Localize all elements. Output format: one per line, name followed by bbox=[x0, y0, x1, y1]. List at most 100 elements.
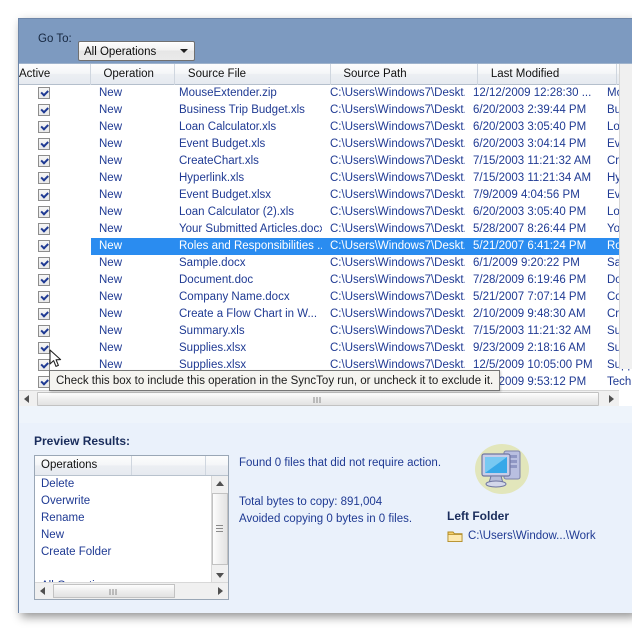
source-path-cell: C:\Users\Windows7\Deskt... bbox=[330, 223, 465, 235]
active-checkbox-cell[interactable] bbox=[19, 102, 91, 119]
list-item[interactable]: Create Folder bbox=[35, 544, 211, 561]
checkbox-checked-icon[interactable] bbox=[38, 206, 50, 218]
goto-dropdown[interactable]: All Operations bbox=[78, 41, 195, 61]
checkbox-checked-icon[interactable] bbox=[38, 172, 50, 184]
operations-vscroll-thumb[interactable] bbox=[212, 493, 228, 565]
operation-cell: New bbox=[99, 121, 123, 133]
scroll-right-button[interactable] bbox=[603, 391, 619, 406]
source-path-cell: C:\Users\Windows7\Deskt... bbox=[330, 189, 465, 201]
table-row[interactable]: New MouseExtender.zip C:\Users\Windows7\De… bbox=[19, 85, 632, 102]
checkbox-checked-icon[interactable] bbox=[38, 240, 50, 252]
table-row[interactable]: New Loan Calculator.xls C:\Users\Windows7\… bbox=[19, 119, 632, 136]
checkbox-checked-icon[interactable] bbox=[38, 104, 50, 116]
last-modified-cell: 6/20/2003 3:05:40 PM bbox=[473, 121, 587, 133]
operations-hscroll-thumb[interactable] bbox=[53, 584, 175, 598]
active-checkbox-cell[interactable] bbox=[19, 204, 91, 221]
left-folder-title: Left Folder bbox=[447, 509, 509, 523]
table-row[interactable]: New CreateChart.xls C:\Users\Windows7\Desk… bbox=[19, 153, 632, 170]
source-path-cell: C:\Users\Windows7\Deskt... bbox=[330, 155, 465, 167]
operations-scroll-left-button[interactable] bbox=[35, 583, 51, 599]
table-row[interactable]: New Roles and Responsibilities ... C:\User… bbox=[19, 238, 632, 255]
column-header-operation[interactable]: Operation bbox=[95, 64, 176, 85]
table-row[interactable]: New Supplies.xlsx C:\Users\Windows7\Deskt.… bbox=[19, 340, 632, 357]
column-header-active[interactable]: Active bbox=[19, 64, 91, 85]
grid-horizontal-scrollbar[interactable] bbox=[19, 390, 619, 406]
operations-column-header-2[interactable] bbox=[136, 456, 207, 475]
list-item[interactable]: New bbox=[35, 527, 211, 544]
active-checkbox-cell[interactable] bbox=[19, 221, 91, 238]
checkbox-checked-icon[interactable] bbox=[38, 325, 50, 337]
scroll-left-button[interactable] bbox=[19, 391, 35, 406]
last-modified-cell: 6/1/2009 9:20:22 PM bbox=[473, 257, 580, 269]
source-file-cell: Sample.docx bbox=[179, 257, 246, 269]
source-path-cell: C:\Users\Windows7\Deskt... bbox=[330, 308, 465, 320]
table-row[interactable]: New Your Submitted Articles.docx C:\Users\… bbox=[19, 221, 632, 238]
source-path-cell: C:\Users\Windows7\Deskt... bbox=[330, 342, 465, 354]
grid-header-row: Active Operation Source File Source Path… bbox=[19, 64, 632, 85]
operations-scroll-down-button[interactable] bbox=[212, 568, 228, 583]
active-checkbox-cell[interactable] bbox=[19, 272, 91, 289]
checkbox-checked-icon[interactable] bbox=[38, 342, 50, 354]
table-row[interactable]: New Summary.xls C:\Users\Windows7\Deskt...… bbox=[19, 323, 632, 340]
table-row[interactable]: New Sample.docx C:\Users\Windows7\Deskt...… bbox=[19, 255, 632, 272]
source-file-cell: Business Trip Budget.xls bbox=[179, 104, 305, 116]
operations-scroll-right-button[interactable] bbox=[212, 583, 228, 599]
last-modified-cell: 6/20/2003 2:39:44 PM bbox=[473, 104, 587, 116]
active-checkbox-cell[interactable] bbox=[19, 306, 91, 323]
table-row[interactable]: New Document.doc C:\Users\Windows7\Deskt..… bbox=[19, 272, 632, 289]
checkbox-checked-icon[interactable] bbox=[38, 223, 50, 235]
source-path-cell: C:\Users\Windows7\Deskt... bbox=[330, 104, 465, 116]
active-checkbox-cell[interactable] bbox=[19, 153, 91, 170]
active-checkbox-cell[interactable] bbox=[19, 323, 91, 340]
operations-horizontal-scrollbar[interactable] bbox=[35, 582, 228, 599]
active-checkbox-cell[interactable] bbox=[19, 85, 91, 102]
source-file-cell: Event Budget.xlsx bbox=[179, 189, 272, 201]
table-row[interactable]: New Event Budget.xlsx C:\Users\Windows7\De… bbox=[19, 187, 632, 204]
table-row[interactable]: New Create a Flow Chart in W... C:\Users\W… bbox=[19, 306, 632, 323]
checkbox-checked-icon[interactable] bbox=[38, 308, 50, 320]
active-checkbox-cell[interactable] bbox=[19, 340, 91, 357]
checkbox-checked-icon[interactable] bbox=[38, 121, 50, 133]
table-row[interactable]: New Business Trip Budget.xls C:\Users\Wind… bbox=[19, 102, 632, 119]
checkbox-checked-icon[interactable] bbox=[38, 257, 50, 269]
preview-stats: Found 0 files that did not require actio… bbox=[239, 455, 441, 528]
active-checkbox-cell[interactable] bbox=[19, 119, 91, 136]
operation-cell: New bbox=[99, 223, 123, 235]
table-row[interactable]: New Loan Calculator (2).xls C:\Users\Windo… bbox=[19, 204, 632, 221]
checkbox-checked-icon[interactable] bbox=[38, 291, 50, 303]
table-row[interactable]: New Hyperlink.xls C:\Users\Windows7\Deskt.… bbox=[19, 170, 632, 187]
active-checkbox-cell[interactable] bbox=[19, 187, 91, 204]
operation-cell: New bbox=[99, 308, 123, 320]
column-header-source-path[interactable]: Source Path bbox=[335, 64, 479, 85]
grid-vertical-scrollbar[interactable] bbox=[619, 64, 632, 369]
operations-vertical-scrollbar[interactable] bbox=[211, 476, 228, 583]
list-item[interactable]: Delete bbox=[35, 476, 211, 493]
hscroll-thumb[interactable] bbox=[37, 392, 599, 406]
checkbox-checked-icon[interactable] bbox=[38, 87, 50, 99]
source-path-cell: C:\Users\Windows7\Deskt... bbox=[322, 238, 465, 255]
checkbox-checked-icon[interactable] bbox=[38, 274, 50, 286]
operations-column-header[interactable]: Operations bbox=[35, 456, 132, 475]
active-checkbox-cell[interactable] bbox=[19, 255, 91, 272]
table-row[interactable]: New Company Name.docx C:\Users\Windows7\De… bbox=[19, 289, 632, 306]
left-folder-path-row[interactable]: C:\Users\Window...\Work bbox=[447, 529, 632, 543]
active-checkbox-cell[interactable] bbox=[19, 289, 91, 306]
checkbox-checked-icon[interactable] bbox=[38, 189, 50, 201]
checkbox-checked-icon[interactable] bbox=[38, 155, 50, 167]
last-modified-cell: 7/28/2009 6:19:46 PM bbox=[473, 274, 587, 286]
operation-cell: New bbox=[91, 238, 171, 255]
list-item[interactable]: Rename bbox=[35, 510, 211, 527]
active-checkbox-cell[interactable] bbox=[19, 170, 91, 187]
checkbox-checked-icon[interactable] bbox=[38, 138, 50, 150]
active-checkbox-cell[interactable] bbox=[19, 136, 91, 153]
table-row[interactable]: New Event Budget.xls C:\Users\Windows7\Des… bbox=[19, 136, 632, 153]
stat-avoided: Avoided copying 0 bytes in 0 files. bbox=[239, 513, 413, 525]
list-item[interactable]: Overwrite bbox=[35, 493, 211, 510]
source-file-cell: Hyperlink.xls bbox=[179, 172, 245, 184]
grip-icon bbox=[216, 525, 223, 533]
column-header-source-file[interactable]: Source File bbox=[180, 64, 331, 85]
active-checkbox-cell[interactable] bbox=[19, 238, 91, 255]
operations-scroll-up-button[interactable] bbox=[212, 476, 228, 491]
column-header-last-modified[interactable]: Last Modified bbox=[483, 64, 617, 85]
operation-cell: New bbox=[99, 257, 123, 269]
